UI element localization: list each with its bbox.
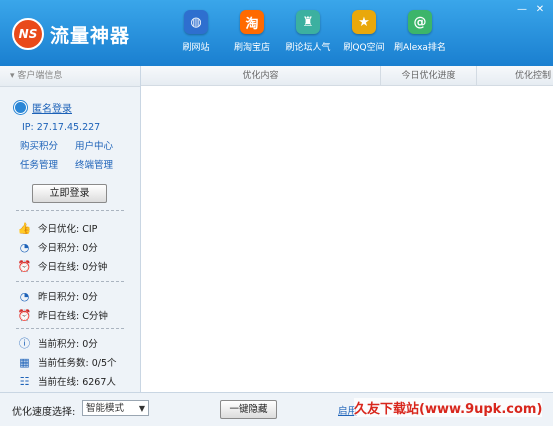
alarm-icon: ⏰ (17, 308, 32, 322)
stat-text: 昨日积分: 0分 (38, 292, 98, 303)
nav-label: 刷论坛人气 (285, 43, 331, 53)
at-icon: @ (408, 10, 432, 34)
divider (16, 328, 124, 329)
watermark: 久友下载站(www.9upk.com) (354, 398, 543, 417)
user-icon (14, 101, 27, 114)
column-header-progress[interactable]: 今日优化进度 (381, 66, 477, 86)
divider (16, 281, 124, 282)
divider (16, 210, 124, 211)
app-logo: NS 流量神器 (12, 18, 130, 50)
client-info-panel: ▾ 客户端信息 匿名登录 IP: 27.17.45.227 购买积分 用户中心 … (0, 66, 141, 392)
stat-text: 当前在线: 6267人 (38, 377, 116, 388)
stat-text: 今日优化: CIP (38, 224, 98, 235)
clock-icon: ◔ (19, 240, 30, 254)
taobao-icon: 淘 (240, 10, 264, 34)
column-header-content[interactable]: 优化内容 (141, 66, 381, 86)
tasks-icon: ▦ (19, 355, 30, 369)
speed-select-value: 智能模式 (86, 403, 125, 414)
logo-mark: NS (12, 18, 44, 50)
speed-select[interactable]: 智能模式 ▼ (82, 400, 149, 416)
column-header-control[interactable]: 优化控制 (477, 66, 553, 86)
stat-text: 当前任务数: 0/5个 (38, 358, 117, 369)
nav-label: 刷Alexa排名 (394, 43, 446, 53)
stat-text: 当前积分: 0分 (38, 339, 98, 350)
nav-item-qq[interactable]: ★ 刷QQ空间 (336, 10, 392, 53)
star-icon: ★ (352, 10, 376, 34)
optimization-table: 优化内容 今日优化进度 优化控制 (141, 66, 553, 392)
stat-current-points: ⓘ 当前积分: 0分 (18, 336, 98, 350)
buy-points-link[interactable]: 购买积分 (20, 138, 75, 152)
panel-header-label: 客户端信息 (17, 71, 63, 81)
stat-today-points: ◔ 今日积分: 0分 (18, 240, 98, 255)
login-button[interactable]: 立即登录 (32, 184, 107, 203)
user-row: 匿名登录 (14, 100, 72, 115)
minimize-button[interactable]: — (515, 4, 529, 16)
title-bar: NS 流量神器 ◍ 刷网站 淘 刷淘宝店 ♜ 刷论坛人气 ★ 刷QQ空间 @ 刷… (0, 0, 553, 66)
stat-text: 今日在线: 0分钟 (38, 262, 108, 273)
nav-item-alexa[interactable]: @ 刷Alexa排名 (392, 10, 448, 53)
panel-header[interactable]: ▾ 客户端信息 (0, 66, 140, 87)
chevron-down-icon: ▼ (138, 404, 145, 413)
account-links: 购买积分 用户中心 任务管理 终端管理 (20, 138, 130, 171)
top-nav: ◍ 刷网站 淘 刷淘宝店 ♜ 刷论坛人气 ★ 刷QQ空间 @ 刷Alexa排名 (168, 10, 448, 53)
nav-item-website[interactable]: ◍ 刷网站 (168, 10, 224, 53)
nav-label: 刷淘宝店 (233, 43, 270, 53)
users-icon: ☷ (19, 374, 30, 388)
forum-icon: ♜ (296, 10, 320, 34)
stat-yesterday-online: ⏰ 昨日在线: C分钟 (17, 308, 108, 323)
stat-text: 昨日在线: C分钟 (38, 311, 108, 322)
stat-yesterday-points: ◔ 昨日积分: 0分 (18, 289, 98, 304)
nav-item-forum[interactable]: ♜ 刷论坛人气 (280, 10, 336, 53)
anonymous-login-link[interactable]: 匿名登录 (32, 100, 72, 115)
task-manage-link[interactable]: 任务管理 (20, 157, 75, 171)
stat-today-online: ⏰ 今日在线: 0分钟 (17, 259, 108, 274)
nav-label: 刷QQ空间 (343, 43, 385, 53)
info-icon: ⓘ (19, 337, 30, 350)
window-controls: — ✕ (511, 4, 547, 16)
clock-icon: ◔ (19, 289, 30, 303)
stat-text: 今日积分: 0分 (38, 243, 98, 254)
globe-icon: ◍ (184, 10, 208, 34)
nav-item-taobao[interactable]: 淘 刷淘宝店 (224, 10, 280, 53)
terminal-manage-link[interactable]: 终端管理 (75, 157, 130, 171)
stat-current-online: ☷ 当前在线: 6267人 (18, 374, 116, 389)
nav-label: 刷网站 (182, 43, 210, 53)
ip-address: IP: 27.17.45.227 (22, 122, 101, 133)
alarm-icon: ⏰ (17, 259, 32, 273)
speed-label: 优化速度选择: (12, 407, 76, 418)
hide-button[interactable]: 一键隐藏 (220, 400, 277, 419)
user-center-link[interactable]: 用户中心 (75, 138, 130, 152)
stat-today-optimize: 👍 今日优化: CIP (17, 221, 98, 236)
thumb-up-icon: 👍 (17, 221, 32, 235)
close-button[interactable]: ✕ (533, 4, 547, 16)
stat-current-tasks: ▦ 当前任务数: 0/5个 (18, 355, 117, 370)
app-title: 流量神器 (50, 24, 131, 47)
